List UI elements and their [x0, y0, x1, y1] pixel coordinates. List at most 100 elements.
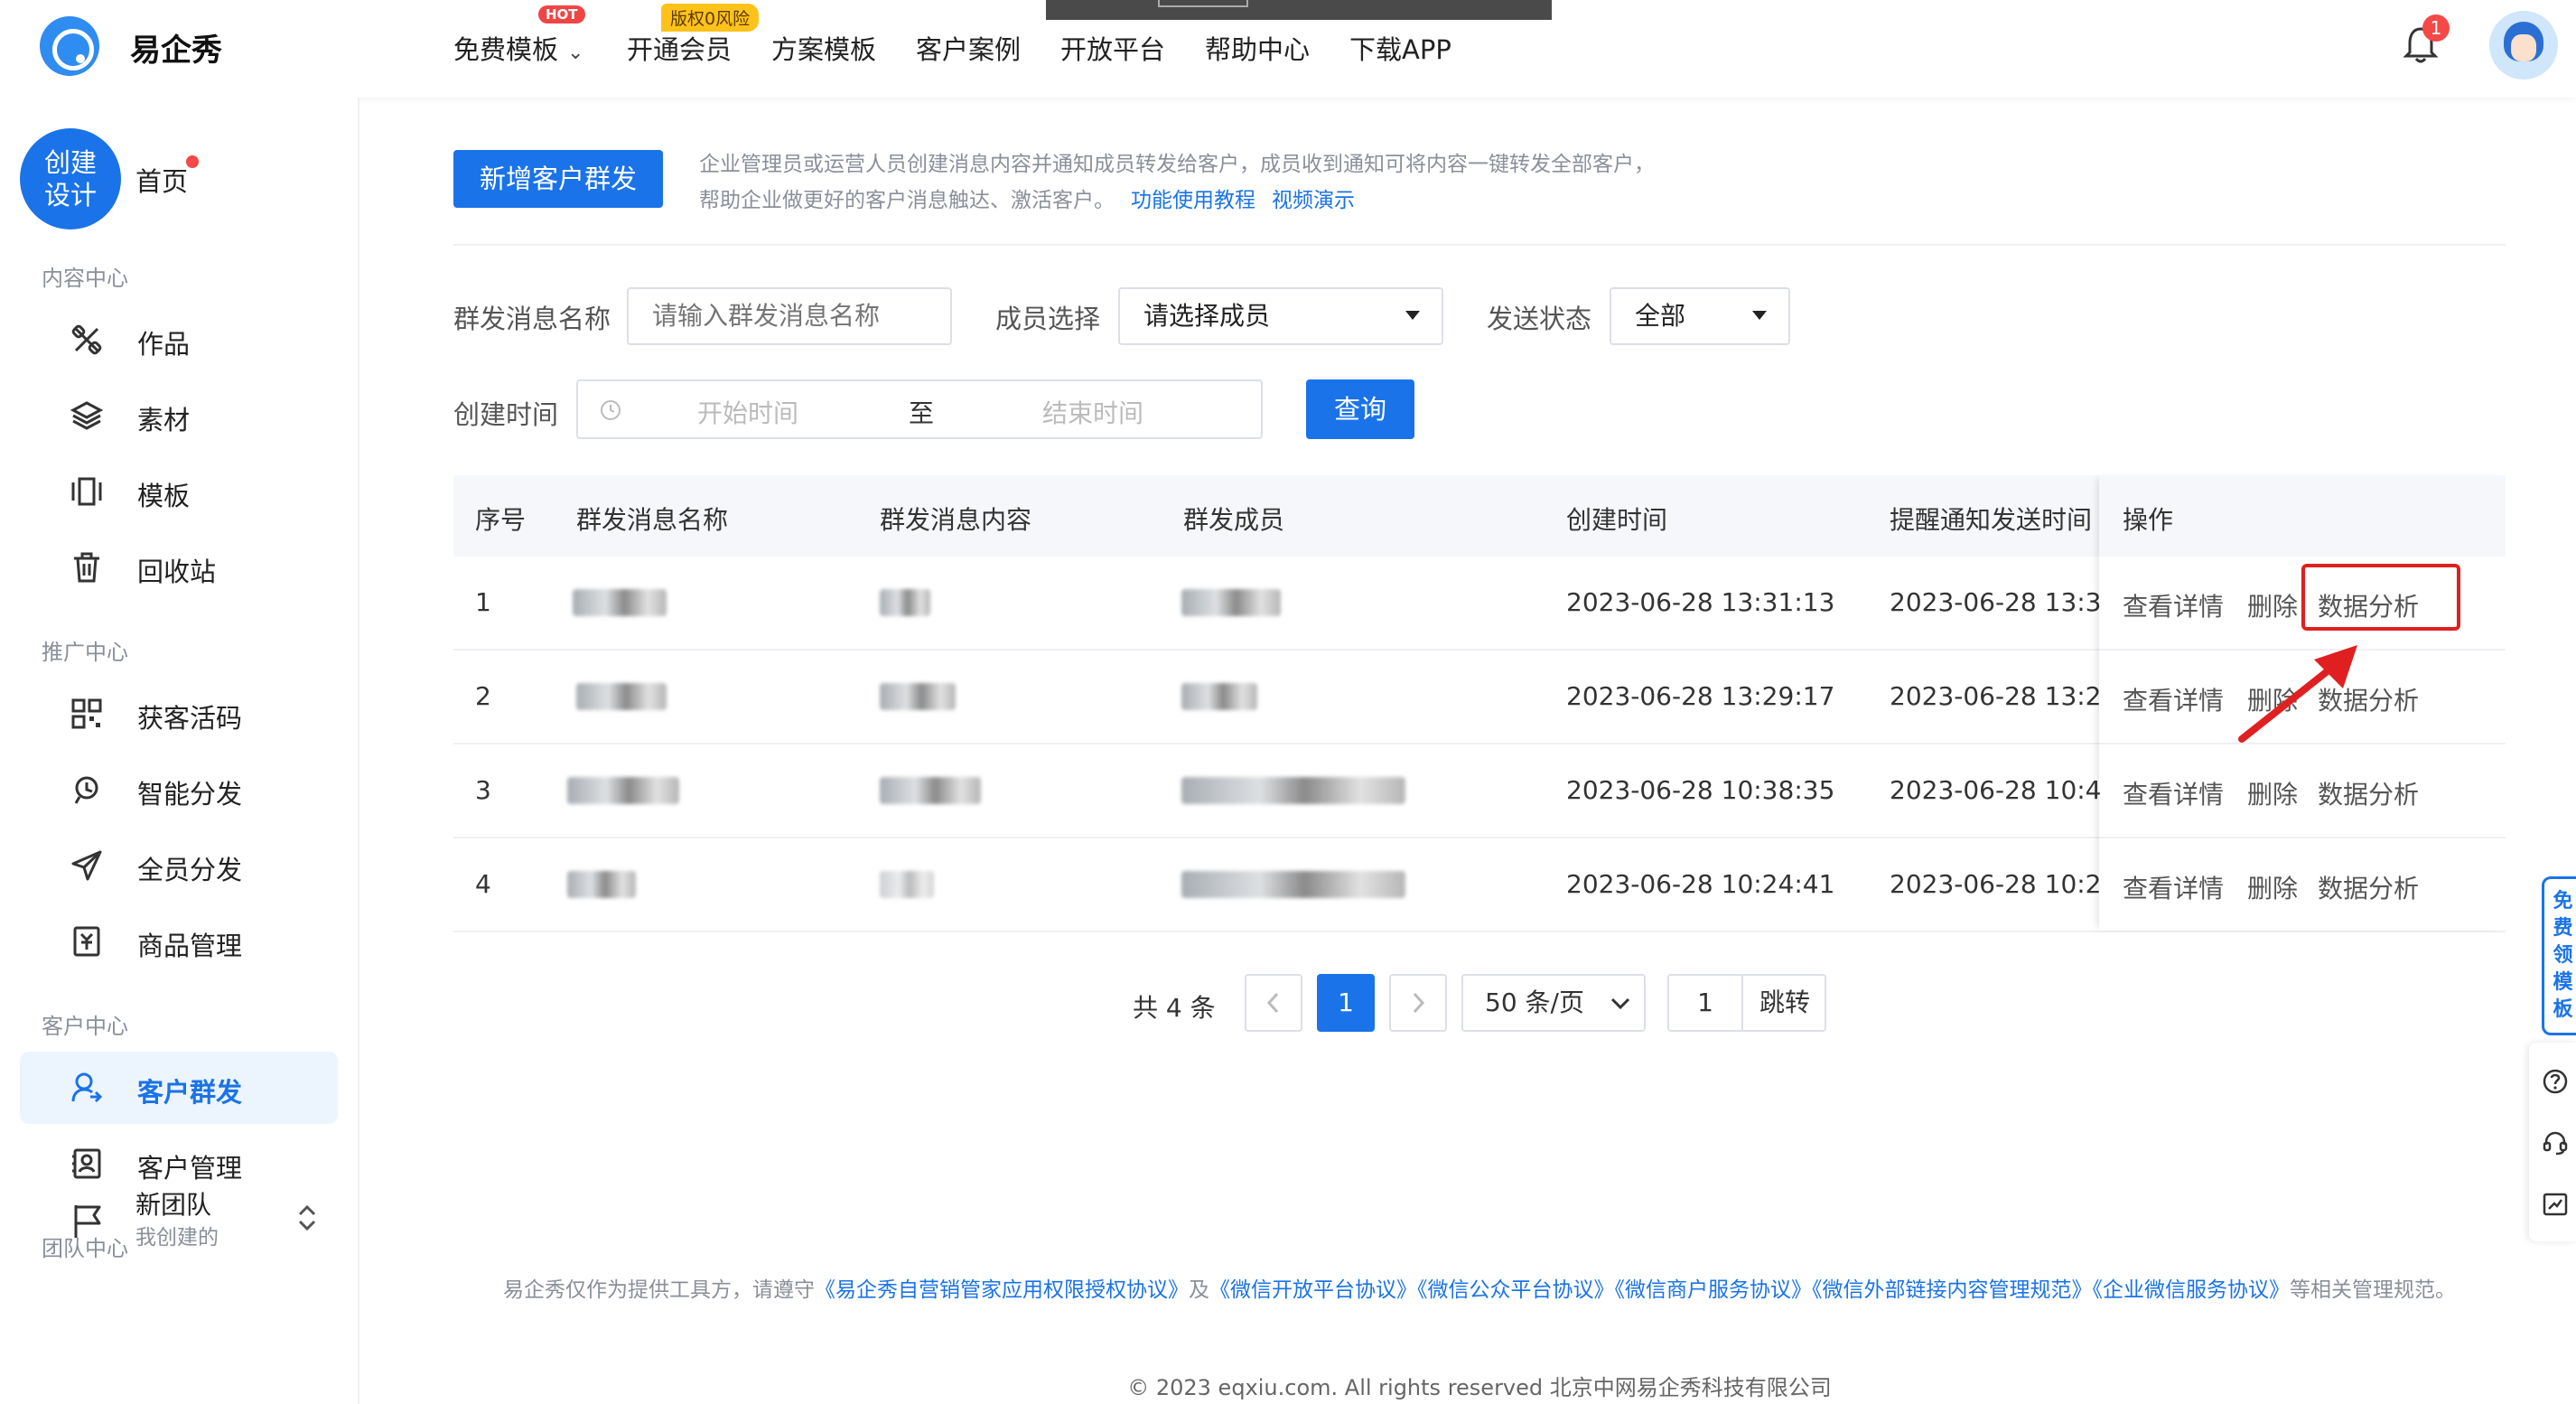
agreement-link[interactable]: 《微信外部链接内容管理规范》: [1812, 1278, 2093, 1302]
section-promotion-center: 推广中心: [42, 640, 128, 665]
status-select[interactable]: 全部: [1610, 287, 1790, 345]
sidebar-item-works[interactable]: 作品: [20, 304, 338, 376]
sidebar-item-all-staff-distribution[interactable]: 全员分发: [20, 829, 338, 902]
status-filter-label: 发送状态: [1487, 304, 1592, 334]
contact-card-icon: [72, 1148, 101, 1179]
jump-group: 1 跳转: [1667, 974, 1826, 1032]
jump-page-input[interactable]: 1: [1669, 976, 1743, 1030]
floating-toolbar: [2529, 1043, 2576, 1241]
start-date-placeholder[interactable]: 开始时间: [697, 394, 798, 430]
team-name[interactable]: 新团队: [135, 1185, 211, 1221]
sidebar-item-smart-distribution[interactable]: 智能分发: [20, 753, 338, 826]
member-filter-label: 成员选择: [995, 304, 1101, 334]
video-demo-link[interactable]: 视频演示: [1272, 189, 1355, 212]
works-icon: [71, 324, 102, 355]
flag-icon: [74, 1205, 101, 1238]
notification-badge: 1: [2422, 14, 2450, 42]
feedback-icon[interactable]: [2542, 1191, 2569, 1218]
nav-download-app[interactable]: 下载APP: [1349, 29, 1451, 67]
blurred-name: [567, 777, 679, 804]
logo-text[interactable]: 易企秀: [130, 25, 222, 70]
add-broadcast-button[interactable]: 新增客户群发: [453, 150, 663, 208]
sidebar-item-label: 商品管理: [137, 931, 243, 961]
sidebar-item-materials[interactable]: 素材: [20, 379, 338, 452]
col-members: 群发成员: [1183, 505, 1285, 535]
chevron-down-icon: [1610, 997, 1630, 1010]
send-icon: [71, 850, 102, 881]
agreement-link[interactable]: 《微信商户服务协议》: [1615, 1278, 1813, 1302]
red-arrow-annotation: [2238, 645, 2357, 743]
agreement-link[interactable]: 《易企秀自营销管家应用权限授权协议》: [815, 1278, 1189, 1302]
highlight-box: [2301, 564, 2460, 631]
tutorial-link[interactable]: 功能使用教程: [1131, 189, 1255, 212]
avatar[interactable]: [2489, 11, 2558, 80]
create-design-button[interactable]: 创建 设计: [20, 128, 121, 229]
nav-cases[interactable]: 客户案例: [916, 29, 1021, 67]
page-size-select[interactable]: 50 条/页: [1461, 974, 1646, 1032]
sidebar-item-recycle-bin[interactable]: 回收站: [20, 531, 338, 604]
sidebar-item-product-management[interactable]: 商品管理: [20, 905, 338, 978]
time-filter-label: 创建时间: [453, 399, 559, 430]
sidebar-item-qr-code[interactable]: 获客活码: [20, 678, 338, 750]
agreement-link[interactable]: 《微信开放平台协议》: [1209, 1278, 1417, 1302]
query-button[interactable]: 查询: [1306, 379, 1414, 439]
blurred-name: [573, 589, 667, 616]
row-created: 2023-06-28 13:31:13: [1566, 587, 1835, 617]
row-remind: 2023-06-28 10:24: [1890, 869, 2101, 899]
blurred-content: [880, 777, 981, 804]
blurred-name: [576, 683, 667, 710]
sidebar-item-label: 智能分发: [137, 779, 243, 810]
smart-distribution-icon: [74, 776, 98, 804]
row-created: 2023-06-28 10:24:41: [1566, 869, 1835, 899]
col-created: 创建时间: [1566, 505, 1668, 535]
sidebar-item-label: 客户群发: [137, 1077, 243, 1108]
end-date-placeholder[interactable]: 结束时间: [1042, 394, 1143, 430]
clock-icon: [601, 400, 621, 420]
jump-button[interactable]: 跳转: [1745, 976, 1825, 1030]
sidebar-item-label: 客户管理: [137, 1153, 243, 1184]
section-content-center: 内容中心: [42, 266, 128, 291]
blurred-name: [567, 871, 636, 898]
team-subtitle: 我创建的: [135, 1226, 219, 1250]
caret-down-icon: [1752, 311, 1767, 320]
nav-open-platform[interactable]: 开放平台: [1060, 29, 1165, 67]
sidebar-item-label: 获客活码: [137, 703, 243, 734]
product-icon: [73, 926, 100, 957]
top-header: 易企秀 免费模板 ⌄ HOT 开通会员 版权0风险 方案模板 客户案例 开放平台 …: [0, 0, 2576, 98]
blurred-members: [1181, 871, 1405, 898]
agreement-link[interactable]: 《微信公众平台协议》: [1417, 1278, 1615, 1302]
logo-icon[interactable]: [40, 16, 99, 76]
col-remind: 提醒通知发送时间: [1890, 505, 2093, 535]
next-page-button[interactable]: [1389, 974, 1447, 1032]
row-remind: 2023-06-28 13:31: [1890, 587, 2101, 617]
sidebar-item-templates[interactable]: 模板: [20, 455, 338, 528]
range-separator: 至: [909, 398, 935, 428]
help-icon[interactable]: [2542, 1068, 2569, 1095]
page-1-button[interactable]: 1: [1317, 974, 1375, 1032]
date-range-picker[interactable]: 开始时间 至 结束时间: [576, 379, 1263, 439]
row-remind: 2023-06-28 10:40: [1890, 775, 2101, 805]
floating-dark-bar: [1046, 0, 1552, 20]
member-select[interactable]: 请选择成员: [1118, 287, 1443, 345]
nav-help-center[interactable]: 帮助中心: [1205, 29, 1310, 67]
blurred-content: [880, 589, 930, 616]
sidebar-item-home[interactable]: 首页: [135, 161, 188, 199]
row-index: 3: [475, 775, 491, 805]
nav-vip[interactable]: 开通会员: [627, 29, 732, 67]
customer-service-icon[interactable]: [2542, 1129, 2569, 1156]
row-index: 4: [475, 869, 491, 899]
nav-solution-templates[interactable]: 方案模板: [771, 29, 876, 67]
qrcode-icon: [71, 698, 102, 729]
sidebar-item-customer-broadcast[interactable]: 客户群发: [20, 1052, 338, 1124]
nav-free-templates[interactable]: 免费模板 ⌄: [453, 29, 583, 67]
name-search-input[interactable]: [627, 287, 952, 345]
sidebar-item-label: 模板: [137, 481, 191, 511]
blurred-members: [1181, 589, 1281, 616]
layers-icon: [70, 401, 103, 430]
agreement-link[interactable]: 《企业微信服务协议》: [2093, 1278, 2291, 1302]
prev-page-button[interactable]: [1245, 974, 1302, 1032]
free-template-float-tab[interactable]: 免费领模板: [2542, 876, 2576, 1035]
trash-icon: [74, 552, 99, 583]
col-name: 群发消息名称: [576, 505, 729, 535]
team-switch-icon[interactable]: [296, 1203, 318, 1232]
